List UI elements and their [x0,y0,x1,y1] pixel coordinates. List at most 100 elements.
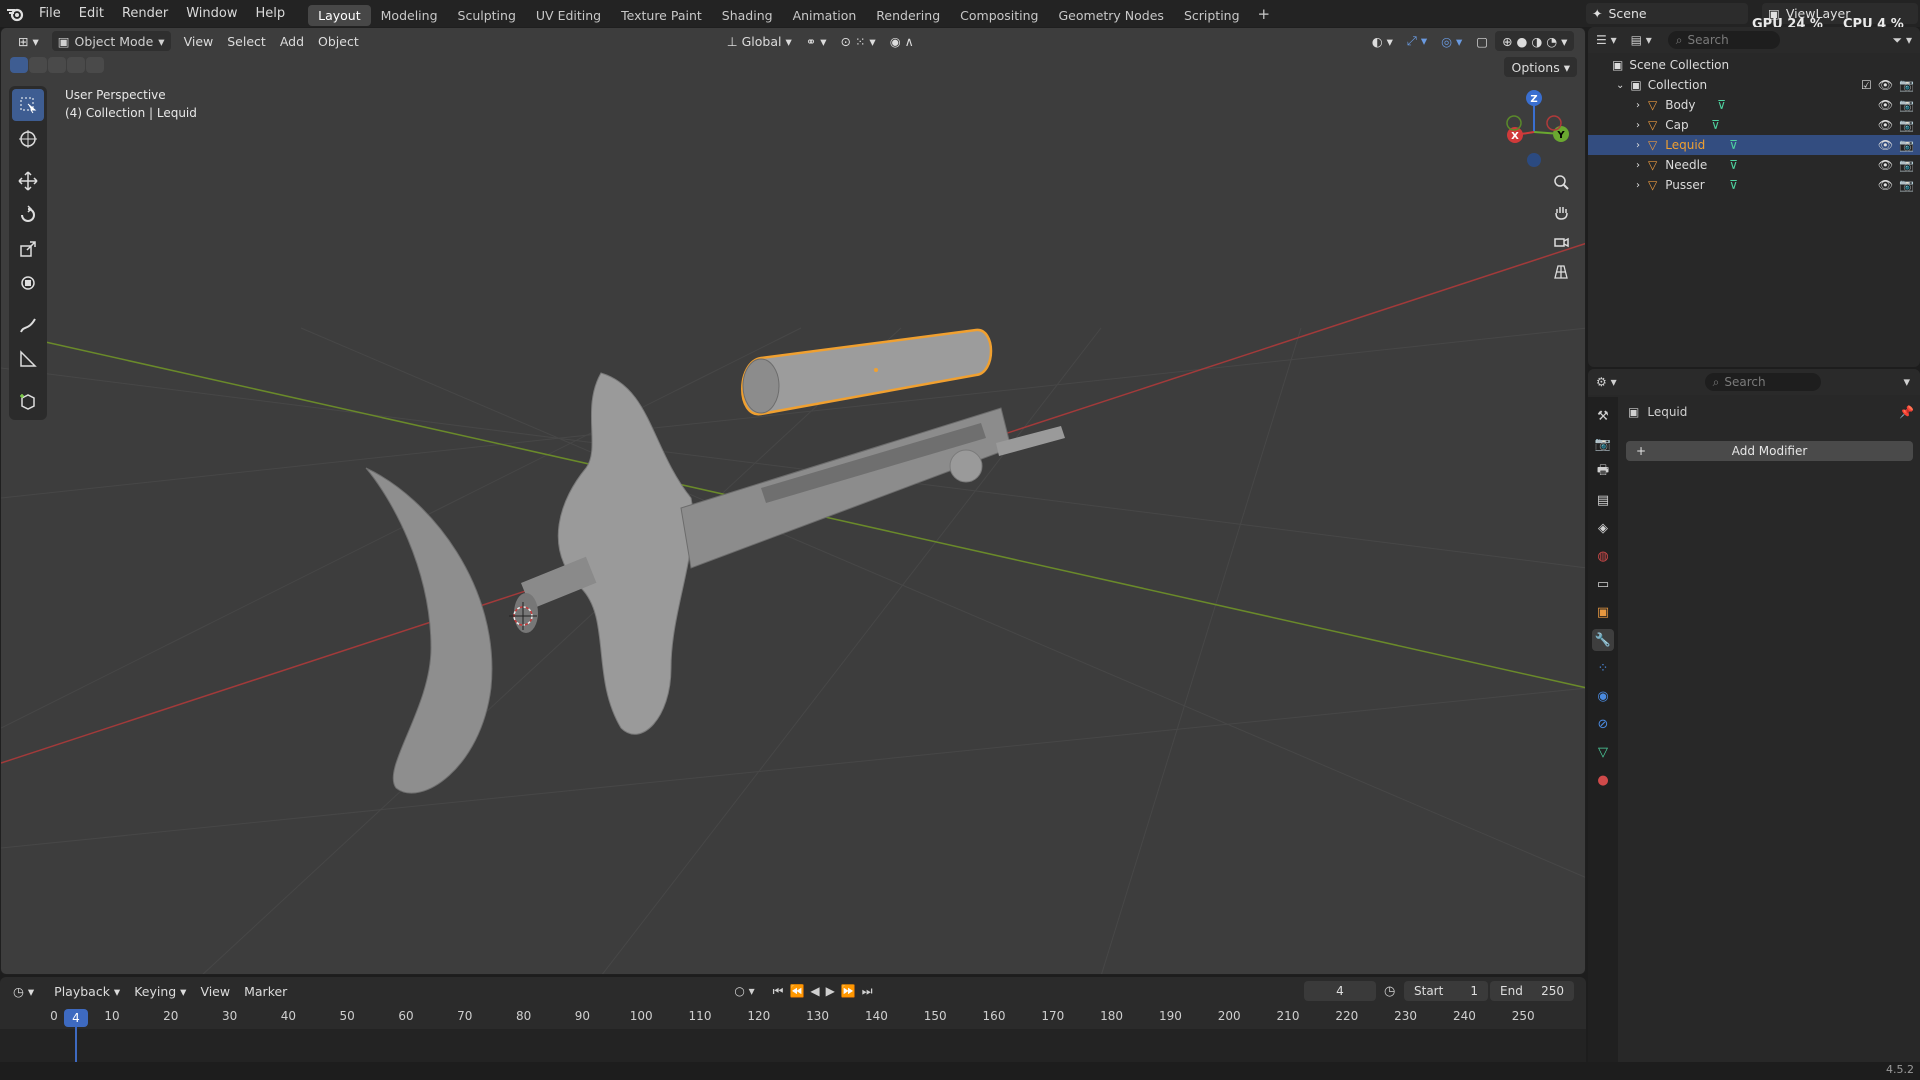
chevron-down-icon[interactable]: ▾ [1903,375,1910,390]
pan-hand-icon[interactable] [1547,198,1575,226]
select-invert-icon[interactable] [67,57,85,73]
tab-modeling[interactable]: Modeling [371,5,448,26]
pin-icon[interactable]: 📌 [1899,405,1914,419]
camera-icon[interactable]: 📷 [1899,178,1914,192]
menu-select[interactable]: Select [220,31,273,51]
timeline-menu-view[interactable]: View [193,981,237,1001]
end-frame-field[interactable]: End 250 [1490,981,1574,1001]
tab-sculpting[interactable]: Sculpting [448,5,526,26]
object-tab-icon[interactable]: ▣ [1592,601,1614,623]
checkbox-icon[interactable]: ☑ [1861,78,1872,92]
transform-orientation-dropdown[interactable]: ⊥ Global ▾ [720,31,799,51]
timeline-menu-marker[interactable]: Marker [237,981,294,1001]
3d-viewport[interactable]: Z Y X ⊞ ▾ ▣ Object Mode ▾ View Select Ad… [0,27,1586,975]
camera-icon[interactable]: 📷 [1899,78,1914,92]
cursor-tool-icon[interactable] [12,123,44,155]
properties-editor-icon[interactable]: ⚙ ▾ [1596,375,1617,389]
expand-arrow-icon[interactable]: ⌄ [1616,80,1624,91]
expand-arrow-icon[interactable]: › [1636,100,1640,111]
timeline-editor-icon[interactable]: ◷ ▾ [6,981,41,1001]
editor-type-button[interactable]: ⊞ ▾ [11,31,46,51]
camera-icon[interactable]: 📷 [1899,138,1914,152]
mesh-data-icon[interactable]: ⊽ [1711,118,1720,132]
tab-rendering[interactable]: Rendering [866,5,950,26]
expand-arrow-icon[interactable]: › [1636,120,1640,131]
pivot-icon[interactable]: ⚭ ▾ [799,31,834,51]
physics-tab-icon[interactable]: ◉ [1592,685,1614,707]
view-layer-tab-icon[interactable]: ▤ [1592,489,1614,511]
expand-arrow-icon[interactable]: › [1636,180,1640,191]
material-tab-icon[interactable]: ● [1592,769,1614,791]
snap-icon[interactable]: ⊙ ⁙ ▾ [834,31,883,51]
output-tab-icon[interactable]: 🖶 [1592,461,1614,483]
tab-geometry-nodes[interactable]: Geometry Nodes [1049,5,1174,26]
select-box-tool-icon[interactable] [12,89,44,121]
cap-object-selected[interactable] [741,328,993,416]
playhead-frame-indicator[interactable]: 4 [64,1009,88,1027]
menu-view[interactable]: View [177,31,221,51]
menu-add[interactable]: Add [273,31,311,51]
camera-view-icon[interactable] [1547,228,1575,256]
tab-texture-paint[interactable]: Texture Paint [611,5,712,26]
object-mode-dropdown[interactable]: ▣ Object Mode ▾ [51,31,171,51]
gizmo-toggle-icon[interactable]: ⤢ ▾ [1400,31,1434,51]
scene-selector[interactable]: ✦ Scene [1586,3,1748,24]
filter-icon[interactable]: ⏷ ▾ [1893,33,1912,48]
transform-tool-icon[interactable] [12,267,44,299]
outliner-item-lequid[interactable]: › ▽ Lequid ⊽ 👁 📷 [1588,135,1920,155]
proportional-edit-icon[interactable]: ◉ ∧ [883,31,921,51]
menu-window[interactable]: Window [177,0,246,27]
menu-render[interactable]: Render [113,0,177,27]
navigation-gizmo[interactable]: Z Y X [1506,90,1569,167]
shading-modes[interactable]: ⊕ ● ◑ ◔ ▾ [1495,31,1575,51]
mesh-data-icon[interactable]: ⊽ [1729,158,1738,172]
add-modifier-button[interactable]: + Add Modifier [1626,441,1913,461]
constraints-tab-icon[interactable]: ⊘ [1592,713,1614,735]
keying-dropdown[interactable]: Keying ▾ [127,981,193,1001]
eye-icon[interactable]: 👁 [1878,78,1893,92]
eye-icon[interactable]: 👁 [1878,158,1893,172]
select-intersect-icon[interactable] [86,57,104,73]
blender-logo-icon[interactable] [0,0,30,27]
eye-icon[interactable]: 👁 [1878,98,1893,112]
playback-controls[interactable]: ⏮⏪◀▶⏩⏭ [773,984,879,999]
stopwatch-icon[interactable]: ◷ [1384,984,1395,999]
xray-icon[interactable]: ▢ [1469,31,1495,51]
tab-uv-editing[interactable]: UV Editing [526,5,611,26]
visibility-icon[interactable]: ◐ ▾ [1365,31,1400,51]
eye-icon[interactable]: 👁 [1878,118,1893,132]
camera-icon[interactable]: 📷 [1899,158,1914,172]
zoom-icon[interactable] [1547,168,1575,196]
world-tab-icon[interactable]: ◍ [1592,545,1614,567]
auto-key-icon[interactable]: ○ ▾ [734,984,754,998]
tab-compositing[interactable]: Compositing [950,5,1048,26]
syringe-model[interactable] [365,372,1065,794]
modifier-tab-icon[interactable]: 🔧 [1592,629,1614,651]
outliner-item-pusser[interactable]: › ▽ Pusser ⊽ 👁 📷 [1588,175,1920,195]
menu-help[interactable]: Help [247,0,295,27]
data-tab-icon[interactable]: ▽ [1592,741,1614,763]
tab-animation[interactable]: Animation [783,5,867,26]
rotate-tool-icon[interactable] [12,199,44,231]
perspective-grid-icon[interactable] [1547,258,1575,286]
mesh-data-icon[interactable]: ⊽ [1717,98,1726,112]
scene-tab-icon[interactable]: ◈ [1592,517,1614,539]
tab-layout[interactable]: Layout [308,4,371,26]
outliner-item-needle[interactable]: › ▽ Needle ⊽ 👁 📷 [1588,155,1920,175]
eye-icon[interactable]: 👁 [1878,178,1893,192]
menu-file[interactable]: File [30,0,70,27]
annotate-tool-icon[interactable] [12,309,44,341]
select-new-icon[interactable] [10,57,28,73]
playback-dropdown[interactable]: Playback ▾ [47,981,127,1001]
render-tab-icon[interactable]: 📷 [1592,433,1614,455]
expand-arrow-icon[interactable]: › [1636,140,1640,151]
mesh-data-icon[interactable]: ⊽ [1729,178,1738,192]
outliner-search-input[interactable]: ⌕ Search [1667,31,1780,49]
outliner-scene-collection[interactable]: ▣ Scene Collection [1588,55,1920,75]
playhead-line[interactable] [75,1027,77,1067]
current-frame-field[interactable]: 4 [1304,981,1376,1001]
add-workspace-button[interactable]: + [1250,5,1279,23]
properties-search-input[interactable]: ⌕ Search [1704,373,1821,391]
camera-icon[interactable]: 📷 [1899,98,1914,112]
tool-tab-icon[interactable]: ⚒ [1592,405,1614,427]
